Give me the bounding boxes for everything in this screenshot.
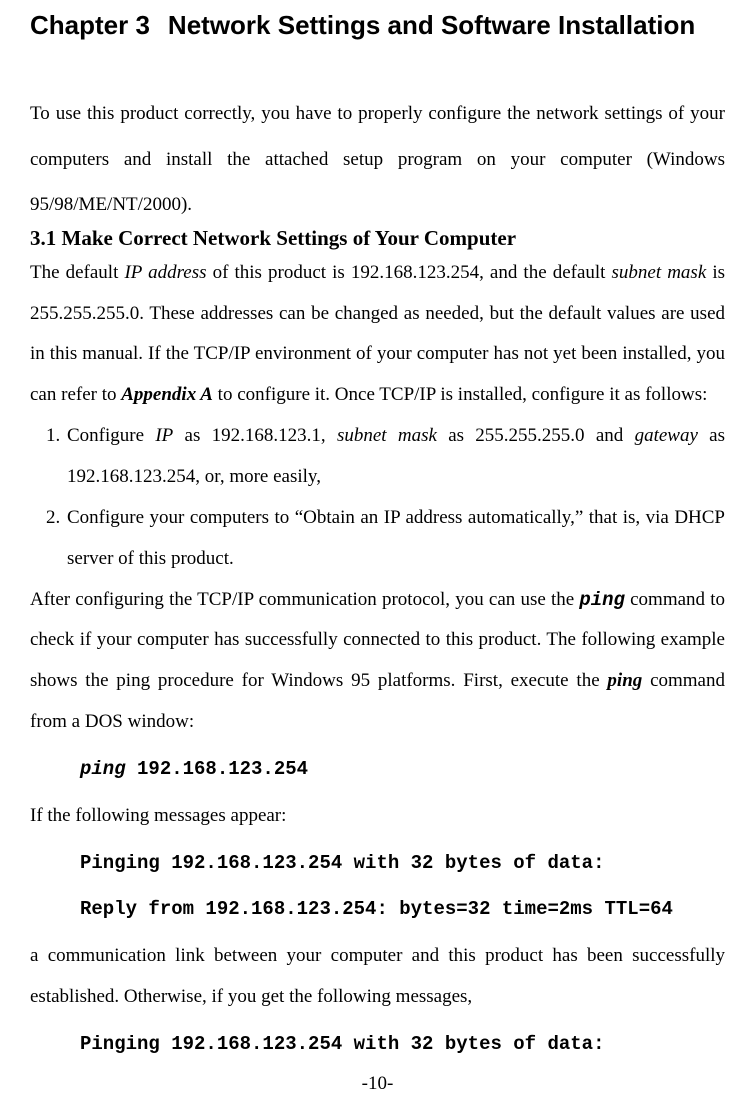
chapter-number: Chapter 3: [30, 10, 150, 41]
code-ping-output-1: Pinging 192.168.123.254 with 32 bytes of…: [80, 843, 725, 884]
section-paragraph-3: If the following messages appear:: [30, 796, 725, 837]
section-title: 3.1 Make Correct Network Settings of You…: [30, 226, 725, 251]
chapter-title: Chapter 3 Network Settings and Software I…: [30, 10, 725, 41]
subnet-mask-term: subnet mask: [612, 262, 707, 283]
ping-command: ping: [579, 589, 625, 611]
section-paragraph-4: a communication link between your comput…: [30, 936, 725, 1018]
list-item: Configure IP as 192.168.123.1, subnet ma…: [65, 416, 725, 498]
section-paragraph-1: The default IP address of this product i…: [30, 253, 725, 416]
page-number: -10-: [30, 1073, 725, 1095]
configuration-list: Configure IP as 192.168.123.1, subnet ma…: [30, 416, 725, 579]
code-ping-output-2: Reply from 192.168.123.254: bytes=32 tim…: [80, 889, 725, 930]
ip-address-term: IP address: [124, 262, 206, 283]
appendix-ref: Appendix A: [121, 384, 213, 405]
chapter-name: Network Settings and Software Installati…: [168, 10, 695, 40]
code-ping-command: ping 192.168.123.254: [80, 749, 725, 790]
intro-paragraph: To use this product correctly, you have …: [30, 91, 725, 228]
code-ping-output-3: Pinging 192.168.123.254 with 32 bytes of…: [80, 1024, 725, 1065]
list-item: Configure your computers to “Obtain an I…: [65, 498, 725, 580]
section-paragraph-2: After configuring the TCP/IP communicati…: [30, 580, 725, 743]
ping-command: ping: [607, 670, 642, 691]
